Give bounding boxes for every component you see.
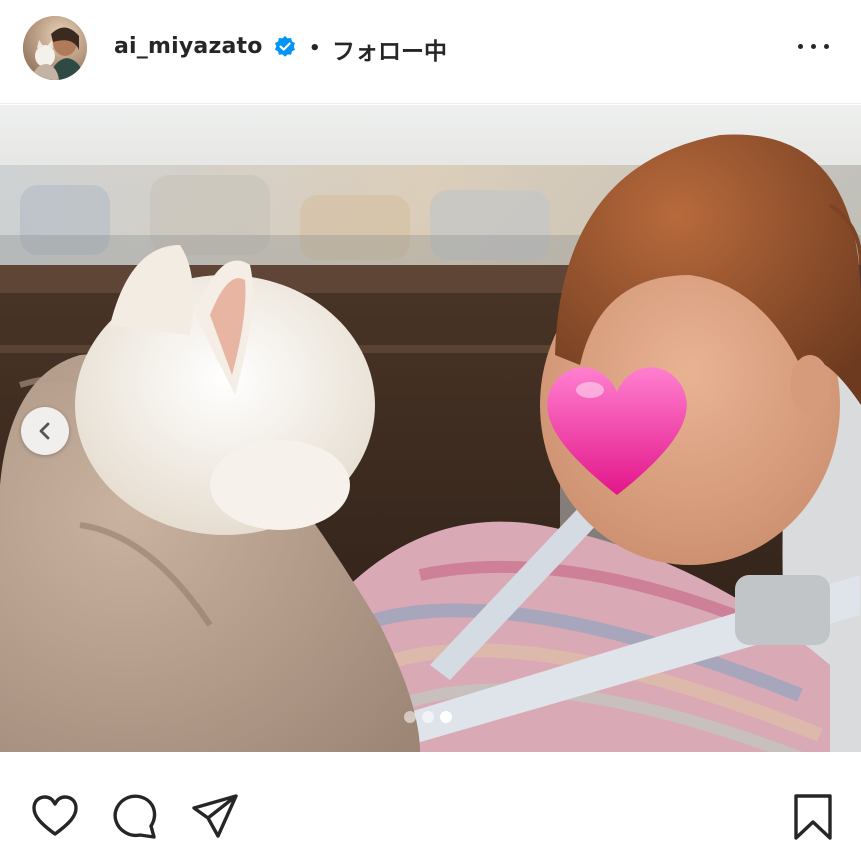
separator-dot: • [309, 38, 321, 59]
avatar[interactable] [23, 16, 87, 80]
comment-icon[interactable] [110, 792, 160, 842]
carousel-indicator [404, 711, 452, 723]
carousel-dot-active [440, 711, 452, 723]
avatar-image [23, 16, 87, 80]
carousel-prev-button[interactable] [21, 407, 69, 455]
bookmark-icon[interactable] [788, 792, 838, 842]
verified-badge-icon [273, 35, 297, 59]
photo-image [0, 105, 861, 752]
post-header: ai_miyazato • フォロー中 [0, 0, 861, 104]
heart-icon[interactable] [30, 792, 80, 842]
chevron-left-icon [39, 422, 50, 440]
username[interactable]: ai_miyazato [114, 34, 263, 59]
more-options-icon[interactable] [796, 40, 830, 54]
share-icon[interactable] [190, 792, 240, 842]
post-photo[interactable] [0, 105, 861, 752]
following-button[interactable]: フォロー中 [332, 32, 447, 66]
carousel-dot [422, 711, 434, 723]
carousel-dot [404, 711, 416, 723]
action-bar [0, 752, 861, 868]
